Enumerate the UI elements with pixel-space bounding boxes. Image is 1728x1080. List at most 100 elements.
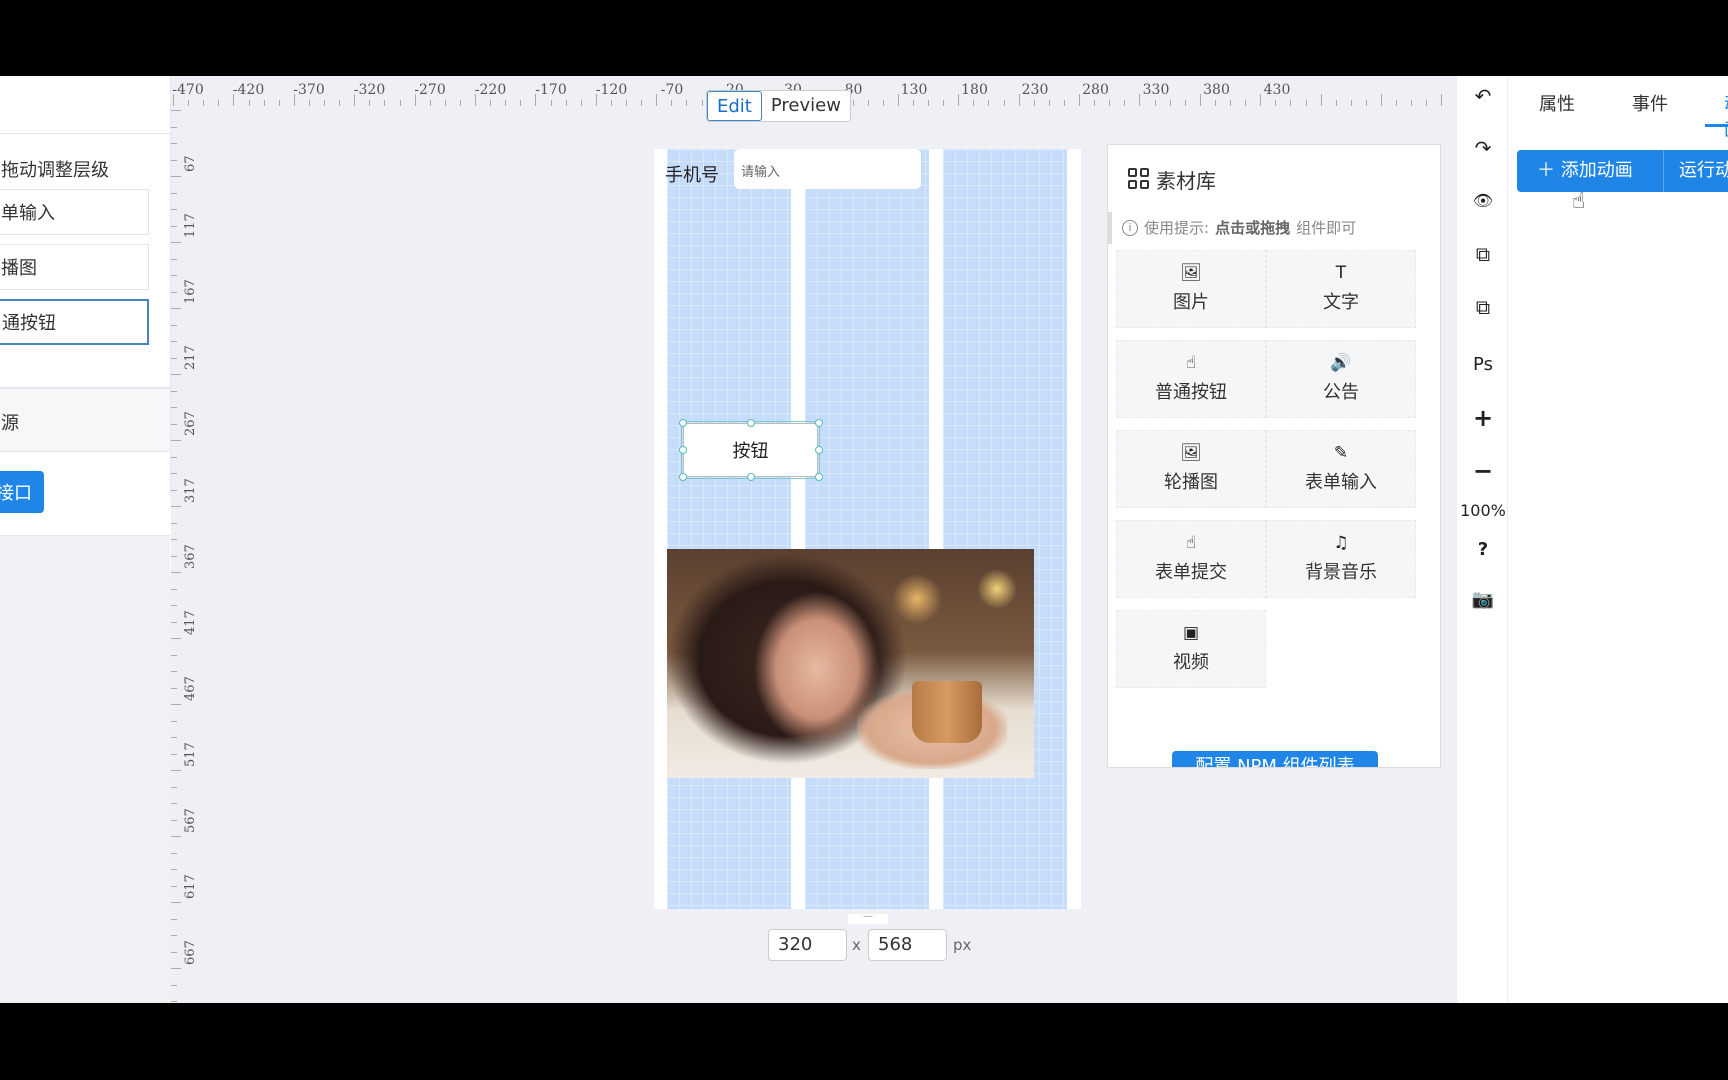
ruler-tick: [580, 100, 582, 106]
library-item-label: 视频: [1173, 652, 1209, 673]
library-item-label: 表单提交: [1155, 562, 1227, 583]
canvas-resize-grip[interactable]: —: [848, 912, 888, 924]
library-item[interactable]: ☝ 表单提交: [1116, 520, 1266, 598]
resize-handle[interactable]: [679, 419, 687, 427]
photoshop-import-button[interactable]: Ps: [1457, 354, 1509, 375]
ruler-tick: [958, 94, 960, 106]
music-icon: ♫: [1333, 533, 1349, 553]
library-item-label: 公告: [1323, 382, 1359, 403]
ruler-tick: [701, 100, 703, 106]
ruler-tick: [171, 324, 177, 326]
ruler-tick: [171, 770, 181, 771]
data-source-section[interactable]: 源: [0, 388, 171, 452]
canvas-button[interactable]: 按钮: [681, 421, 820, 479]
library-item[interactable]: ☝ 普通按钮: [1116, 340, 1266, 418]
ruler-tick: [1396, 100, 1398, 106]
canvas-photo[interactable]: [667, 549, 1034, 778]
ruler-tick: [339, 100, 341, 106]
hint-prefix: 使用提示:: [1144, 219, 1210, 237]
library-item[interactable]: 🖼 图片: [1116, 250, 1266, 328]
pointer-hand-icon: ☝: [1185, 533, 1197, 553]
ruler-tick: [171, 737, 177, 738]
ruler-tick: [171, 836, 181, 837]
phone-field-label: 手机号: [665, 165, 719, 186]
ruler-tick: [171, 605, 177, 606]
run-animation-button[interactable]: 运行动画: [1663, 150, 1728, 192]
ruler-tick: [671, 100, 673, 106]
grid-column: [943, 149, 1067, 909]
ruler-tick: [1290, 100, 1292, 106]
tab-properties[interactable]: 属性: [1539, 90, 1575, 116]
tab-animation[interactable]: 动画: [1724, 90, 1728, 142]
library-item-label: 图片: [1173, 292, 1209, 313]
ruler-tick-label: 617: [183, 874, 198, 900]
resize-handle[interactable]: [679, 473, 687, 481]
ruler-tick-label: 517: [183, 742, 198, 767]
library-item[interactable]: T 文字: [1266, 250, 1416, 328]
phone-input[interactable]: 请输入: [734, 149, 921, 189]
camera-icon[interactable]: 📷: [1457, 589, 1509, 610]
ruler-tick: [173, 94, 174, 106]
layer-item-form-input[interactable]: 单输入: [0, 189, 149, 235]
zoom-in-icon[interactable]: +: [1457, 404, 1509, 432]
ruler-tick: [399, 100, 401, 106]
layers-panel: 拖动调整层级 单输入 播图 通按钮 源 接口: [0, 76, 171, 1003]
library-item[interactable]: ♫ 背景音乐: [1266, 520, 1416, 598]
paste-icon[interactable]: ⧉: [1457, 295, 1509, 319]
resize-handle[interactable]: [747, 473, 755, 481]
ruler-tick: [1381, 94, 1382, 106]
undo-icon[interactable]: ↶: [1457, 84, 1509, 108]
help-icon[interactable]: ?: [1457, 539, 1509, 560]
library-item[interactable]: ▣ 视频: [1116, 610, 1266, 688]
ruler-tick: [171, 407, 177, 408]
ruler-tick: [1365, 100, 1367, 106]
canvas-width-input[interactable]: 320: [768, 929, 847, 961]
redo-icon[interactable]: ↷: [1457, 136, 1509, 160]
preview-mode-button[interactable]: Preview: [762, 91, 850, 121]
library-item[interactable]: ✎ 表单输入: [1266, 430, 1416, 508]
ruler-tick-label: 567: [183, 808, 198, 833]
canvas-height-input[interactable]: 568: [868, 929, 947, 961]
layer-item-button[interactable]: 通按钮: [0, 299, 149, 345]
library-item[interactable]: 🔊 公告: [1266, 340, 1416, 418]
ruler-tick: [384, 100, 386, 106]
resize-handle[interactable]: [747, 419, 755, 427]
ruler-tick: [1169, 100, 1171, 106]
mode-toggle: Edit Preview: [706, 90, 851, 122]
photo-detail: [912, 681, 982, 743]
edit-mode-button[interactable]: Edit: [707, 91, 762, 121]
library-item[interactable]: 🖼 轮播图: [1116, 430, 1266, 508]
layer-item-carousel[interactable]: 播图: [0, 244, 149, 290]
configure-npm-button[interactable]: 配置 NPM 组件列表: [1172, 751, 1378, 767]
ruler-tick-label: -220: [474, 82, 507, 98]
api-button[interactable]: 接口: [0, 471, 44, 513]
ruler-tick: [171, 456, 177, 458]
phone-canvas[interactable]: 手机号 请输入 按钮: [654, 149, 1081, 909]
copy-icon[interactable]: ⧉: [1457, 242, 1509, 266]
ruler-tick: [278, 100, 280, 106]
ruler-tick: [459, 100, 461, 106]
resize-handle[interactable]: [679, 446, 687, 454]
add-animation-button[interactable]: ＋ 添加动画: [1517, 150, 1663, 192]
ruler-tick: [324, 100, 325, 106]
resize-handle[interactable]: [815, 446, 823, 454]
hand-cursor-icon: ☝: [1572, 189, 1586, 214]
tab-events[interactable]: 事件: [1632, 90, 1668, 116]
ruler-tick-label: 67: [183, 155, 198, 172]
ruler-tick: [535, 94, 537, 106]
ruler-tick: [171, 671, 177, 672]
zoom-out-icon[interactable]: −: [1457, 457, 1509, 485]
layers-panel-header: [0, 76, 171, 134]
ruler-tick: [171, 555, 177, 557]
ruler-tick: [550, 100, 552, 106]
ruler-tick: [171, 902, 181, 903]
data-source-label: 源: [1, 413, 19, 434]
resize-handle[interactable]: [815, 419, 823, 427]
vertical-ruler: 67 117 167 217 267 317 367 417 467 517 567 617 667: [171, 106, 201, 1003]
ruler-tick: [171, 621, 177, 623]
eye-icon[interactable]: 👁: [1457, 191, 1509, 210]
ruler-tick: [171, 489, 177, 491]
ruler-tick: [171, 506, 181, 507]
resize-handle[interactable]: [815, 473, 823, 481]
ruler-tick: [369, 100, 371, 106]
